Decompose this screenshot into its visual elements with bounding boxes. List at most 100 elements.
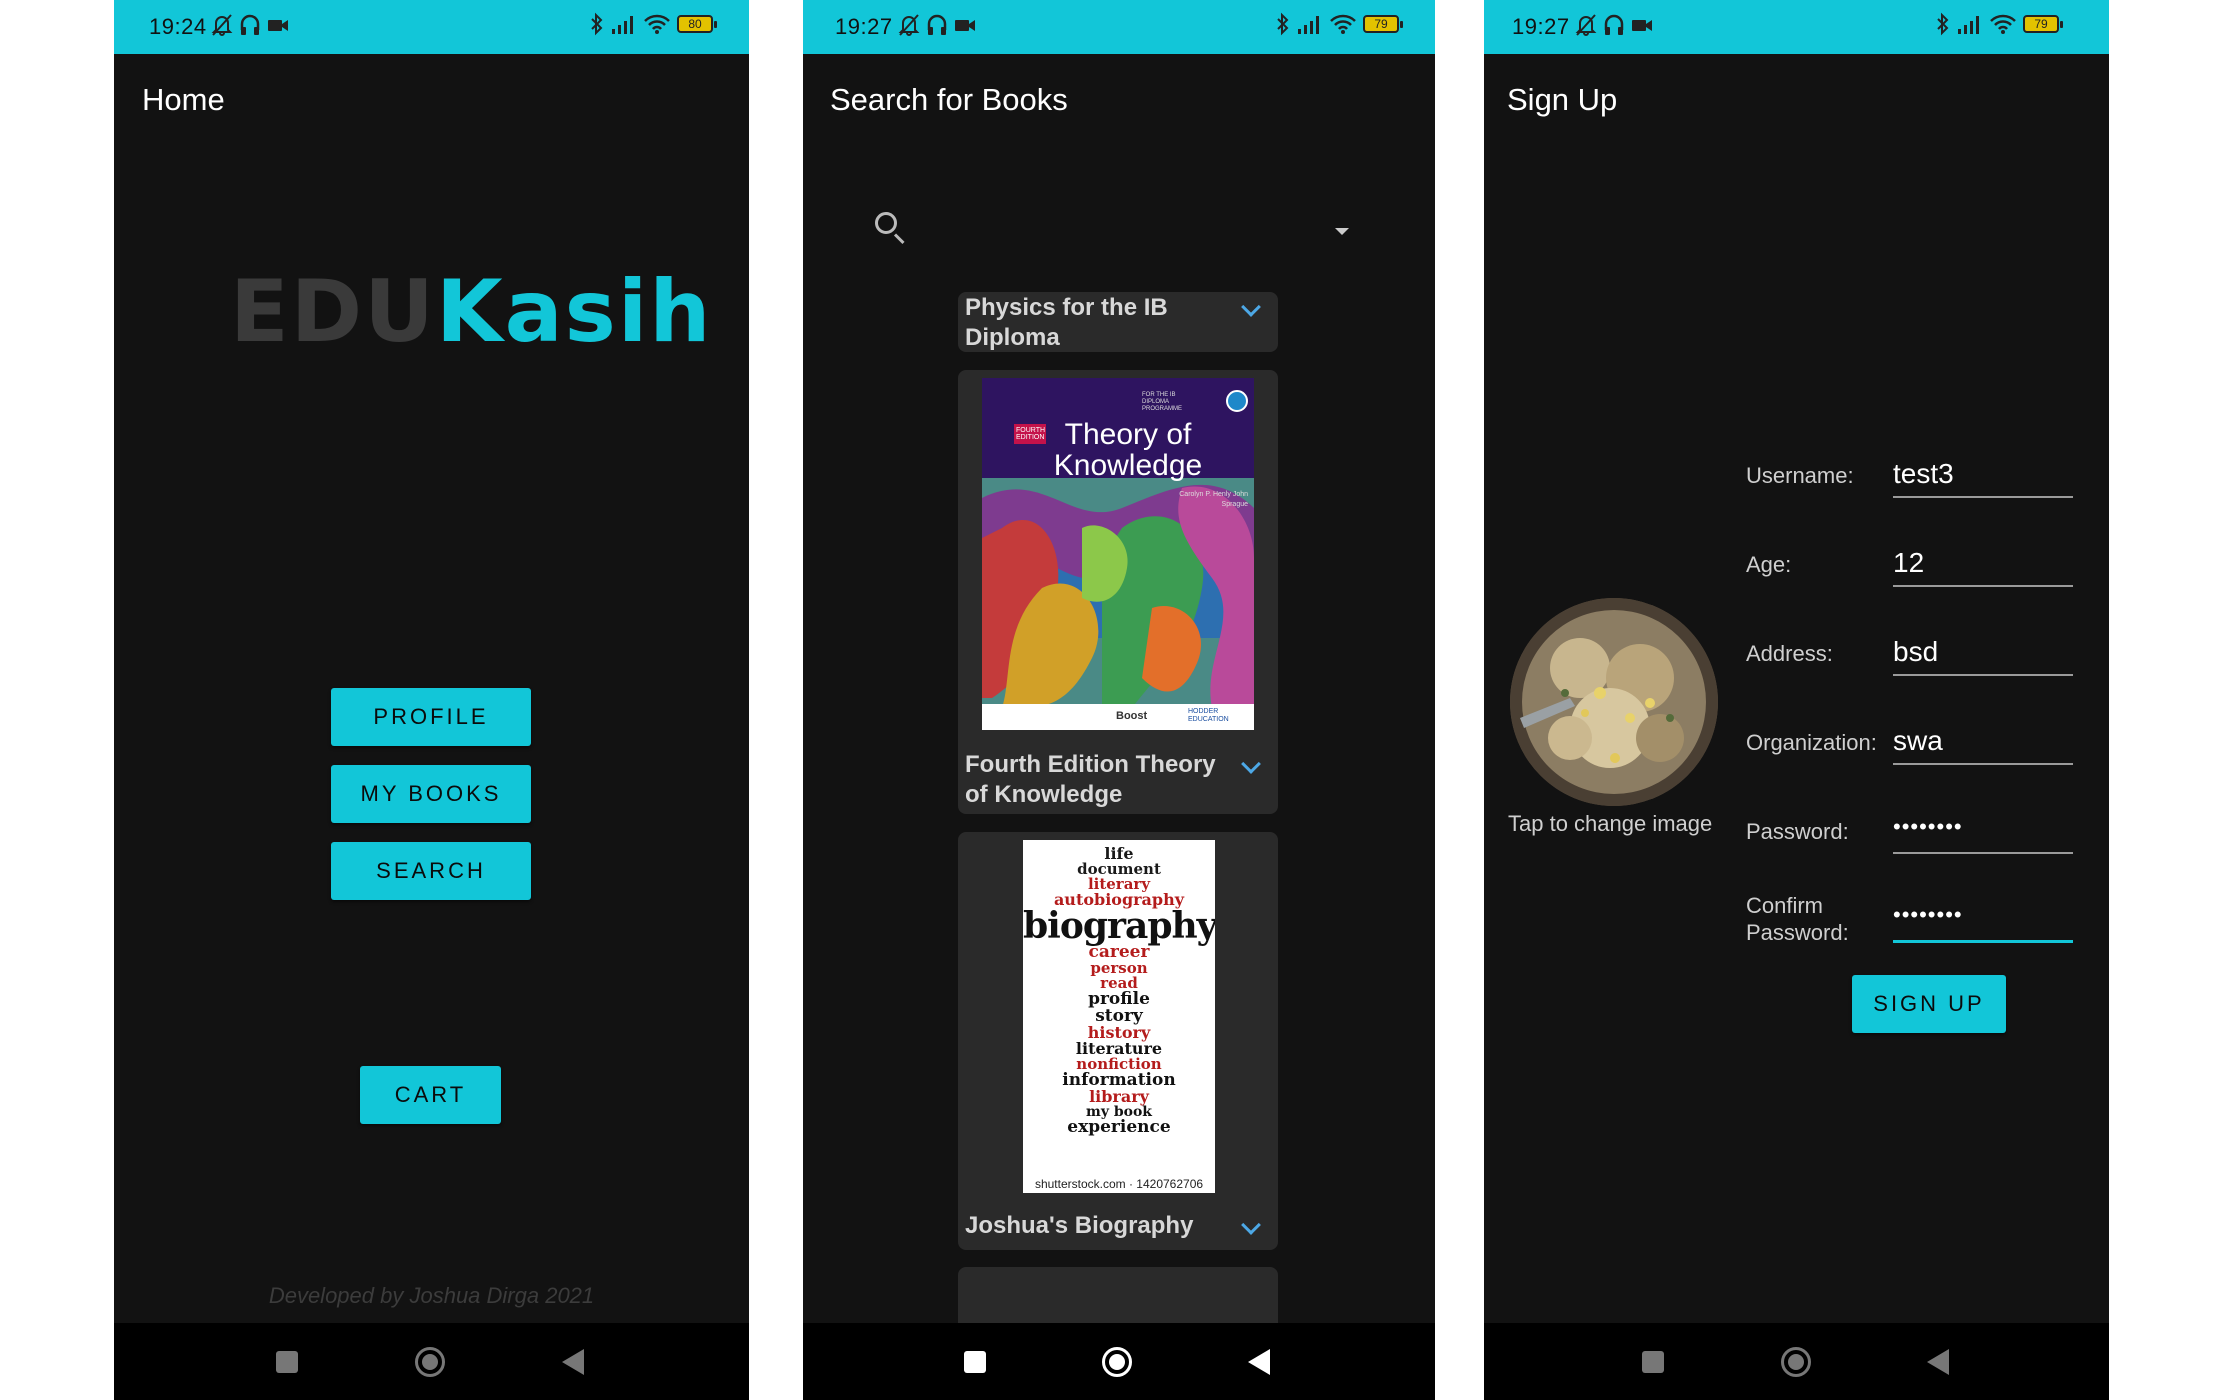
page-title: Home: [142, 82, 225, 117]
dropdown-arrow-icon[interactable]: [1335, 228, 1349, 235]
age-label: Age:: [1746, 552, 1792, 577]
avatar-photo: [1510, 598, 1718, 806]
status-icons-left: [897, 12, 977, 38]
recent-apps-button[interactable]: [964, 1350, 986, 1373]
headphones-icon: [1604, 14, 1624, 35]
bluetooth-icon: [1277, 12, 1289, 36]
organization-label: Organization:: [1746, 730, 1877, 755]
notifications-off-icon: [898, 14, 920, 36]
search-button[interactable]: SEARCH: [331, 842, 531, 900]
videocam-icon: [955, 20, 975, 31]
confirm-password-label: Confirm Password:: [1746, 893, 1849, 945]
expand-icon[interactable]: [1241, 297, 1261, 317]
status-bar: 19:24 80: [114, 0, 749, 54]
bluetooth-icon: [1937, 12, 1949, 36]
address-underline: [1893, 674, 2073, 676]
battery-icon: 79: [1363, 15, 1403, 33]
organization-field[interactable]: swa: [1893, 725, 2073, 757]
cover-boost: Boost: [1116, 710, 1148, 722]
wifi-icon: [1330, 14, 1356, 34]
username-field[interactable]: test3: [1893, 458, 2073, 490]
status-icons-right: 80: [589, 12, 717, 36]
expand-icon[interactable]: [1241, 754, 1261, 774]
wifi-icon: [1990, 14, 2016, 34]
book-title: Joshua's Biography: [965, 1212, 1194, 1239]
home-screen: 19:24 80 Home EDUKasih PROFILE MY BOOKS …: [114, 0, 749, 1400]
signal-icon: [1958, 16, 1979, 34]
cover-watermark: shutterstock.com · 1420762706: [1034, 1177, 1204, 1191]
videocam-icon: [1632, 20, 1652, 31]
word-cloud: life document literary autobiography bio…: [1023, 844, 1215, 1137]
sign-up-button[interactable]: SIGN UP: [1852, 975, 2006, 1033]
navigation-bar: [803, 1323, 1435, 1400]
username-label: Username:: [1746, 463, 1854, 488]
page-title: Search for Books: [830, 82, 1068, 117]
password-label: Password:: [1746, 819, 1849, 844]
recent-apps-button[interactable]: [276, 1350, 298, 1373]
status-time: 19:27: [1512, 14, 1570, 39]
home-nav-button[interactable]: [415, 1346, 445, 1377]
organization-underline: [1893, 763, 2073, 765]
address-label: Address:: [1746, 641, 1833, 666]
notifications-off-icon: [211, 14, 233, 36]
status-icons-left: [1574, 12, 1654, 38]
navigation-bar: [114, 1323, 749, 1400]
book-card[interactable]: FOURTH EDITION FOR THE IB DIPLOMA PROGRA…: [958, 370, 1278, 814]
book-title: Fourth Edition Theory of Knowledge: [965, 751, 1216, 808]
book-title: Physics for the IB Diploma: [965, 294, 1168, 351]
status-icons-right: 79: [1935, 12, 2063, 36]
avatar-caption: Tap to change image: [1508, 811, 1713, 836]
headphones-icon: [240, 14, 260, 35]
book-card[interactable]: life document literary autobiography bio…: [958, 832, 1278, 1250]
battery-icon: 80: [677, 15, 717, 33]
home-nav-button[interactable]: [1102, 1346, 1132, 1377]
cover-authors: Carolyn P. Henly John Sprague: [1179, 491, 1248, 508]
age-underline: [1893, 585, 2073, 587]
cover-publisher: HODDER EDUCATION: [1188, 708, 1229, 723]
book-cover-image: FOURTH EDITION FOR THE IB DIPLOMA PROGRA…: [982, 378, 1254, 730]
my-books-button[interactable]: MY BOOKS: [331, 765, 531, 823]
book-card[interactable]: Physics for the IB Diploma: [958, 292, 1278, 352]
address-field[interactable]: bsd: [1893, 636, 2073, 668]
cover-edition: FOURTH EDITION: [1016, 427, 1046, 441]
developer-credit: Developed by Joshua Dirga 2021: [268, 1283, 595, 1308]
password-field[interactable]: ••••••••: [1893, 814, 2073, 840]
confirm-password-underline: [1893, 940, 2073, 943]
status-icons-left: [210, 12, 290, 38]
page-title: Sign Up: [1507, 82, 1618, 117]
recent-apps-button[interactable]: [1642, 1350, 1664, 1373]
app-logo: EDUKasih: [230, 262, 713, 362]
username-underline: [1893, 496, 2073, 498]
headphones-icon: [927, 14, 947, 35]
home-nav-button[interactable]: [1781, 1346, 1811, 1377]
back-button[interactable]: [1248, 1348, 1270, 1375]
book-cover-image: life document literary autobiography bio…: [1023, 840, 1215, 1193]
search-screen: 19:27 79 Search for Books Physics for th…: [803, 0, 1435, 1400]
profile-avatar[interactable]: [1510, 598, 1718, 806]
signal-icon: [1298, 16, 1319, 34]
status-time: 19:24: [149, 14, 207, 39]
signal-icon: [612, 16, 633, 34]
battery-icon: 79: [2023, 15, 2063, 33]
cover-title: Theory of Knowledge: [1053, 418, 1203, 482]
password-underline: [1893, 852, 2073, 854]
cart-button[interactable]: CART: [360, 1066, 501, 1124]
status-icons-right: 79: [1275, 12, 1403, 36]
status-time: 19:27: [835, 14, 893, 39]
cover-program: FOR THE IB DIPLOMA PROGRAMME: [1142, 392, 1183, 412]
videocam-icon: [268, 20, 288, 31]
signup-screen: 19:27 79 Sign Up Tap to change image Use…: [1484, 0, 2109, 1400]
age-field[interactable]: 12: [1893, 547, 2073, 579]
bluetooth-icon: [591, 12, 603, 36]
navigation-bar: [1484, 1323, 2109, 1400]
search-icon[interactable]: [875, 212, 897, 234]
notifications-off-icon: [1575, 14, 1597, 36]
status-bar: 19:27 79: [803, 0, 1435, 54]
status-bar: 19:27 79: [1484, 0, 2109, 54]
back-button[interactable]: [1927, 1348, 1949, 1375]
confirm-password-field[interactable]: ••••••••: [1893, 902, 2073, 928]
profile-button[interactable]: PROFILE: [331, 688, 531, 746]
back-button[interactable]: [562, 1348, 584, 1375]
expand-icon[interactable]: [1241, 1215, 1261, 1235]
wifi-icon: [644, 14, 670, 34]
